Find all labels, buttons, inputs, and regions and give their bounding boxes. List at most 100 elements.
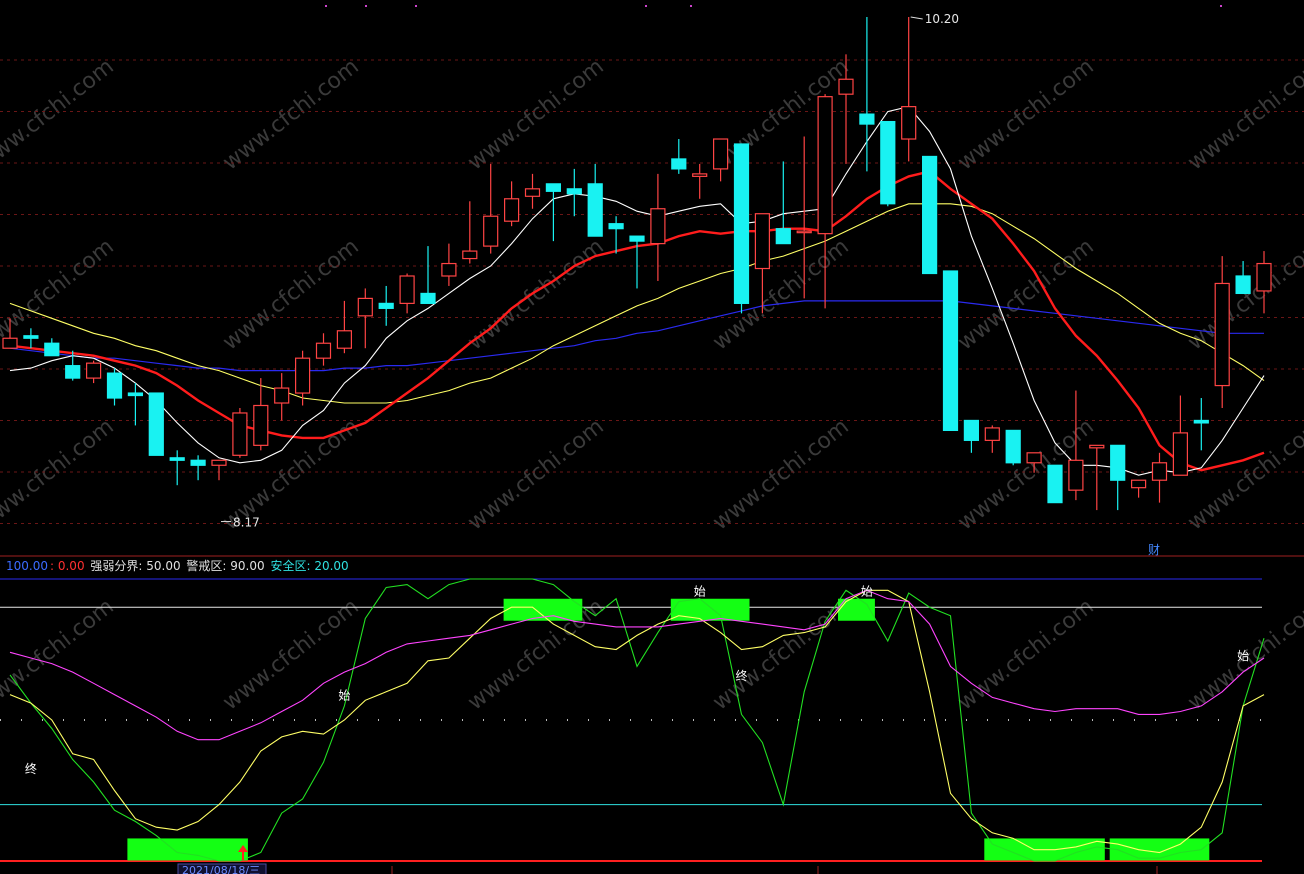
candle-body [712, 138, 729, 170]
candle-body [524, 188, 541, 197]
candle-body [190, 459, 206, 466]
candle-body [984, 427, 1000, 441]
candle-body [1214, 282, 1230, 387]
watermark-text: www.cfchi.com [1183, 54, 1304, 175]
candle-body [587, 183, 603, 237]
stock-chart: www.cfchi.com www.cfchi.com www.cfchi.com w… [0, 5, 1304, 874]
candle-body [85, 362, 102, 379]
candle-body [1110, 444, 1126, 481]
signal-label: 终 [25, 761, 37, 776]
watermark-text: www.cfchi.com [0, 234, 119, 355]
candle-body [483, 215, 499, 247]
candle-body [921, 155, 938, 275]
ma20-line [9, 203, 1265, 404]
candle-body [378, 302, 394, 309]
candle-body [838, 78, 854, 95]
highlight-block [127, 838, 248, 861]
low-price-label: 8.17 [233, 516, 260, 530]
top-marker-dot [690, 5, 692, 7]
candle-body [2, 337, 18, 349]
candle-body [775, 228, 791, 245]
indicator-header-item: 安全区: 20.00 [266, 559, 349, 573]
indicator-header-item: 100.00 [6, 559, 48, 573]
candle-body [211, 459, 227, 466]
candle-body [859, 113, 875, 125]
watermark-text: www.cfchi.com [1183, 234, 1304, 355]
candle-body [504, 198, 520, 222]
signal-label: 始 [694, 584, 706, 598]
indicator-header: 100.00: 0.00 强弱分界: 50.00 警戒区: 90.00 安全区:… [6, 557, 351, 574]
event-marker: 财 [1148, 543, 1160, 557]
candle-body [23, 335, 39, 339]
candle-body [1068, 459, 1084, 491]
candle-body [295, 357, 311, 394]
price-grid [0, 5, 1304, 524]
candle-body [65, 365, 81, 379]
top-marker-dot [645, 5, 647, 7]
candle-body [127, 392, 143, 397]
candle-body [817, 96, 833, 235]
candle-body [44, 342, 60, 357]
candle-body [274, 387, 290, 404]
highlight-block [670, 598, 750, 621]
watermarks: www.cfchi.com www.cfchi.com www.cfchi.com w… [0, 54, 1304, 715]
candle-body [232, 412, 248, 456]
candle-body [148, 392, 164, 456]
candle-body [169, 457, 185, 461]
candle-body [1130, 479, 1147, 489]
candle-body [420, 292, 436, 304]
candle-body [754, 213, 771, 270]
candle-body [796, 230, 812, 234]
candle-body [462, 250, 478, 260]
highlight-block [1109, 838, 1210, 861]
candle-body [441, 262, 457, 277]
top-marker-dot [365, 5, 367, 7]
watermark-text: www.cfchi.com [0, 414, 119, 535]
indicator-header-item: : 0.00 [50, 559, 85, 573]
candle-body [336, 330, 352, 349]
top-marker-dot [325, 5, 327, 7]
candle-body [1005, 429, 1021, 464]
signal-label: 始 [338, 689, 350, 703]
watermark-text: www.cfchi.com [218, 54, 363, 175]
candle-body [253, 404, 269, 446]
indicator-header-item: 强弱分界: 50.00 [86, 559, 181, 573]
watermark-text: www.cfchi.com [708, 414, 853, 535]
signal-label: 终 [736, 668, 748, 683]
candle-body [733, 143, 750, 304]
candle-body [963, 419, 980, 441]
candle-body [1235, 275, 1251, 295]
high-pointer [910, 16, 923, 20]
candle-body [357, 297, 373, 317]
candle-body [692, 173, 708, 177]
candle-body [629, 235, 645, 242]
candle-body [1089, 444, 1105, 449]
candle-body [1193, 419, 1209, 424]
candle-body [1047, 464, 1063, 504]
candle-body [1256, 262, 1272, 292]
watermark-text: www.cfchi.com [463, 234, 608, 355]
candle-body [106, 372, 123, 399]
candle-body [315, 342, 332, 359]
candle-body [880, 120, 896, 205]
signal-label: 始 [1237, 649, 1249, 663]
watermark-text: www.cfchi.com [708, 234, 853, 355]
signal-label: 始 [861, 584, 873, 598]
candle-body [671, 158, 687, 170]
watermark-text: www.cfchi.com [463, 414, 608, 535]
candle-body [545, 183, 562, 192]
indicator-header-item: 警戒区: 90.00 [182, 559, 265, 573]
candle-body [1172, 432, 1189, 476]
watermark-text: www.cfchi.com [463, 54, 608, 175]
high-price-label: 10.20 [925, 12, 959, 26]
top-marker-dot [1220, 5, 1222, 7]
candle-body [566, 188, 582, 195]
watermark-text: www.cfchi.com [953, 594, 1098, 715]
candle-body [942, 270, 959, 431]
candle-body [901, 106, 917, 140]
watermark-text: www.cfchi.com [0, 54, 119, 175]
candle-body [1151, 462, 1168, 481]
watermark-text: www.cfchi.com [953, 54, 1098, 175]
candle-body [399, 275, 415, 304]
candle-body [608, 223, 624, 230]
